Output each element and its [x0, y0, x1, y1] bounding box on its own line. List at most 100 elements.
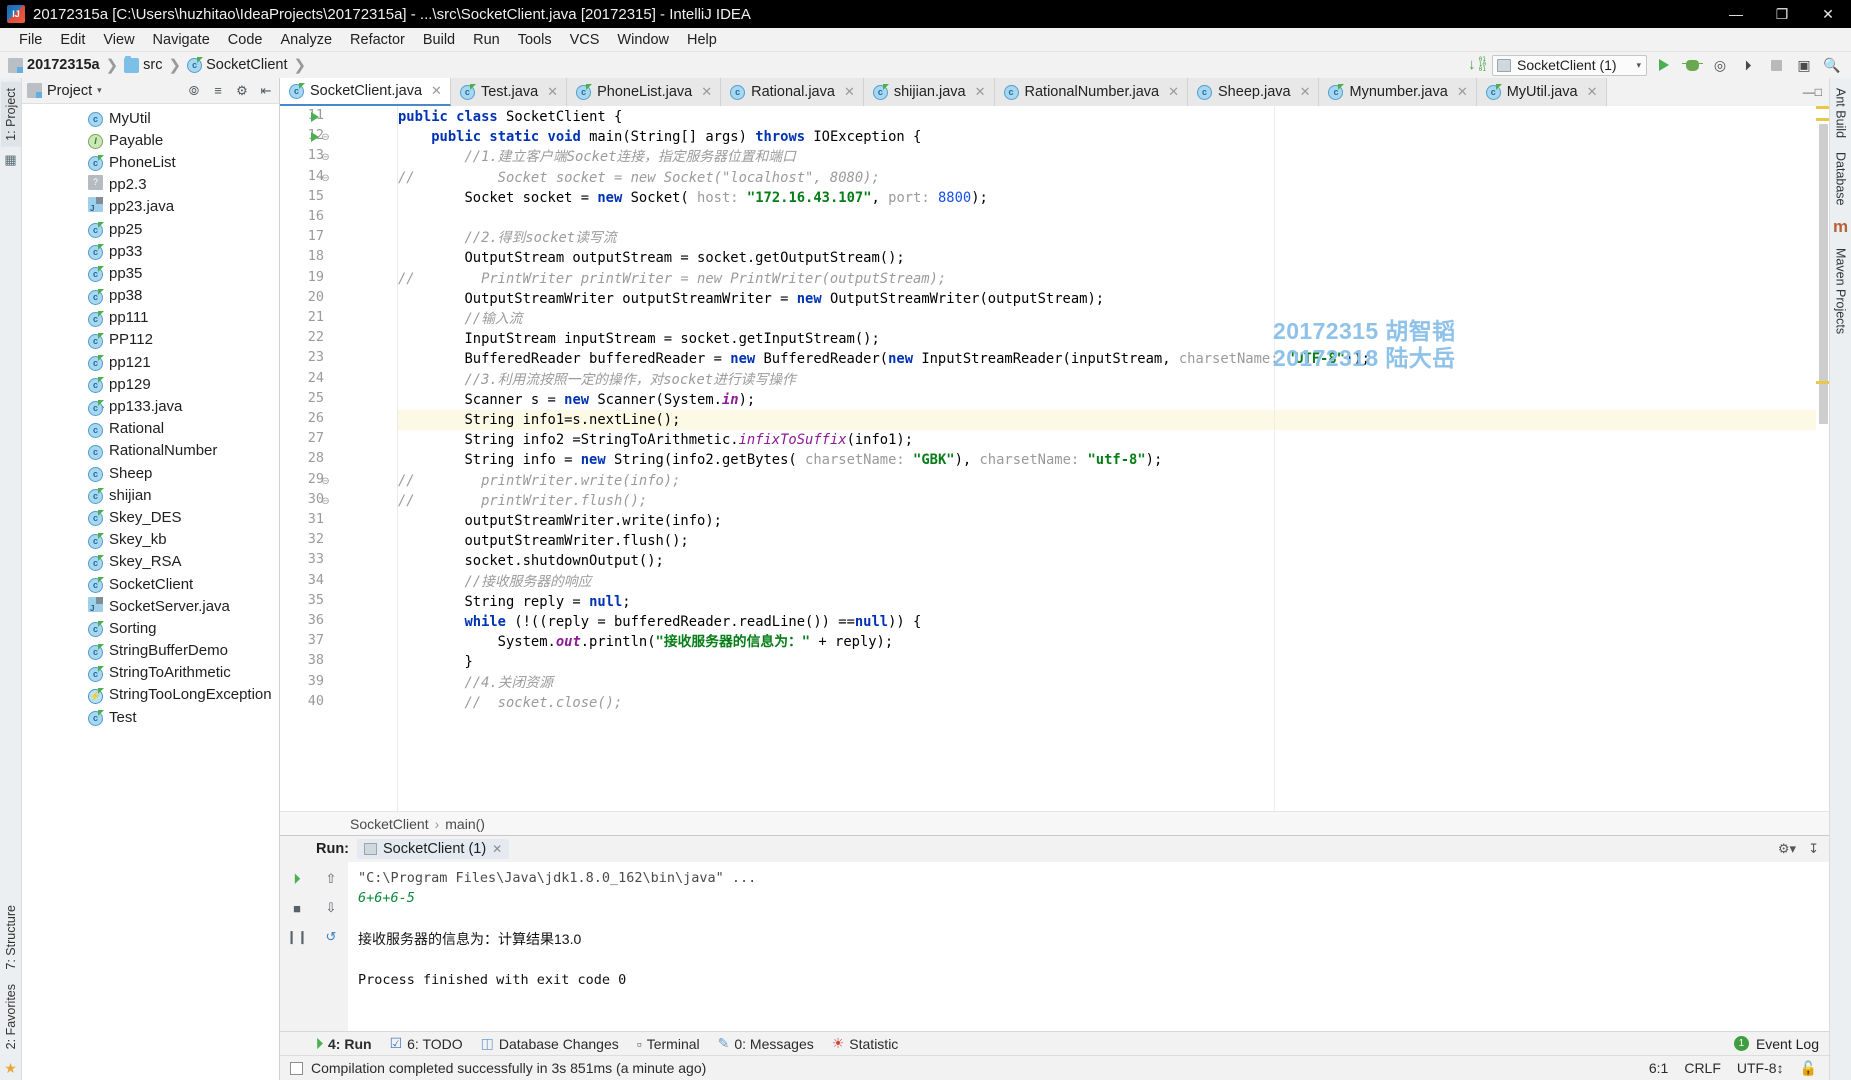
tool-window-event-log[interactable]: Event Log [1756, 1036, 1819, 1052]
close-icon[interactable]: ✕ [492, 842, 502, 856]
menu-item-analyze[interactable]: Analyze [271, 30, 341, 50]
close-icon[interactable]: ✕ [1168, 84, 1179, 100]
tree-item-myutil[interactable]: c MyUtil [22, 107, 279, 129]
tree-item-pp111[interactable]: c pp111 [22, 307, 279, 329]
menu-item-edit[interactable]: Edit [51, 30, 94, 50]
menu-item-file[interactable]: File [10, 30, 51, 50]
tree-item-stringtoarithmetic[interactable]: c StringToArithmetic [22, 662, 279, 684]
tool-window-statistic[interactable]: ☀ Statistic [832, 1035, 899, 1052]
maximize-button[interactable]: ❐ [1759, 0, 1805, 28]
tree-item-pp121[interactable]: c pp121 [22, 351, 279, 373]
gutter-fold-marker[interactable]: ⊖ [320, 132, 331, 143]
editor-tab-phonelist-java[interactable]: c PhoneList.java ✕ [567, 78, 722, 106]
gutter-run-marker[interactable] [311, 112, 319, 122]
editor-tab-rational-java[interactable]: c Rational.java ✕ [721, 78, 864, 106]
tree-item-skey-kb[interactable]: c Skey_kb [22, 529, 279, 551]
settings-icon[interactable]: ⚙ [234, 83, 250, 99]
tree-item-sheep[interactable]: c Sheep [22, 462, 279, 484]
sidebar-item-database[interactable]: Database [1831, 146, 1851, 212]
editor-gutter[interactable]: 11 12 13 14 15 16 17 18 19 20 21 22 23 24 25 26 27 28 29 30… [280, 106, 398, 811]
code-content[interactable]: public class SocketClient { public stati… [398, 106, 1829, 811]
down-stack-icon[interactable]: ⇩ [321, 898, 341, 918]
close-icon[interactable]: ✕ [701, 84, 712, 100]
locate-icon[interactable]: ⦾ [186, 83, 202, 99]
tree-item-pp133-java[interactable]: ›cpp133.java [22, 395, 279, 417]
tree-item-pp38[interactable]: c pp38 [22, 285, 279, 307]
tree-item-socketserver-java[interactable]: SocketServer.java [22, 595, 279, 617]
tree-item-skey-rsa[interactable]: c Skey_RSA [22, 551, 279, 573]
menu-item-tools[interactable]: Tools [509, 30, 561, 50]
editor-tab-rationalnumber-java[interactable]: c RationalNumber.java ✕ [994, 78, 1189, 106]
editor-tab-mynumber-java[interactable]: c Mynumber.java ✕ [1319, 78, 1477, 106]
close-icon[interactable]: ✕ [547, 84, 558, 100]
breadcrumb-class[interactable]: SocketClient [350, 816, 429, 832]
gutter-run-marker[interactable] [311, 132, 319, 143]
close-icon[interactable]: ✕ [844, 84, 855, 100]
layout-button[interactable]: ▣ [1793, 54, 1815, 76]
up-stack-icon[interactable]: ⇧ [321, 869, 341, 889]
tool-window-todo[interactable]: ☑ 6: TODO [390, 1035, 463, 1052]
menu-item-help[interactable]: Help [678, 30, 726, 50]
tool-window-database-changes[interactable]: ◫ Database Changes [481, 1035, 619, 1052]
project-panel-title-group[interactable]: Project ▾ [27, 83, 102, 99]
editor-tab-sheep-java[interactable]: c Sheep.java ✕ [1188, 78, 1320, 106]
gutter-fold-marker[interactable]: ⊖ [320, 152, 331, 163]
pause-icon[interactable]: ❙❙ [286, 927, 308, 947]
rerun-icon[interactable]: ⏵ [287, 869, 307, 889]
hide-icon[interactable]: ↧ [1808, 841, 1819, 857]
tree-item-stringbufferdemo[interactable]: c StringBufferDemo [22, 640, 279, 662]
soft-wrap-icon[interactable]: ↺ [321, 927, 341, 947]
menu-item-vcs[interactable]: VCS [561, 30, 609, 50]
tree-item-skey-des[interactable]: c Skey_DES [22, 506, 279, 528]
editor-tab-shijian-java[interactable]: c shijian.java ✕ [863, 78, 995, 106]
tree-item-stringtoolongexception[interactable]: ⚡ StringTooLongException [22, 684, 279, 706]
tree-item-pp129[interactable]: c pp129 [22, 373, 279, 395]
line-separator[interactable]: CRLF [1684, 1060, 1721, 1076]
tree-item-pp35[interactable]: c pp35 [22, 262, 279, 284]
encoding-group[interactable]: UTF-8↕ [1737, 1060, 1784, 1076]
close-icon[interactable]: ✕ [431, 83, 442, 99]
close-icon[interactable]: ✕ [975, 84, 986, 100]
breadcrumb-module[interactable]: 20172315a ❯ [8, 56, 124, 74]
database-pin-icon[interactable]: ▦ [4, 152, 16, 168]
run-tab-socketclient[interactable]: SocketClient (1) ✕ [357, 839, 510, 859]
tree-item-pp2-3[interactable]: pp2.3 [22, 174, 279, 196]
menu-item-build[interactable]: Build [414, 30, 464, 50]
breadcrumb-folder-src[interactable]: src ❯ [124, 55, 187, 74]
close-icon[interactable]: ✕ [1457, 84, 1468, 100]
tree-item-pp23-java[interactable]: pp23.java [22, 196, 279, 218]
sidebar-item-maven-projects[interactable]: Maven Projects [1831, 242, 1851, 340]
hide-icon[interactable]: ⇤ [258, 83, 274, 99]
stop-button[interactable] [1765, 54, 1787, 76]
tree-item-pp112[interactable]: c PP112 [22, 329, 279, 351]
tree-item-sorting[interactable]: c Sorting [22, 617, 279, 639]
console-output[interactable]: "C:\Program Files\Java\jdk1.8.0_162\bin\… [348, 862, 1829, 1031]
tree-item-pp33[interactable]: c pp33 [22, 240, 279, 262]
run-button[interactable] [1653, 54, 1675, 76]
star-icon[interactable]: ★ [4, 1060, 17, 1077]
tree-item-payable[interactable]: I Payable [22, 129, 279, 151]
tool-window-terminal[interactable]: ▫ Terminal [637, 1036, 700, 1052]
run-coverage-button[interactable]: ◎ [1709, 54, 1731, 76]
lock-icon[interactable]: 🔓 [1800, 1060, 1817, 1077]
tree-item-pp25[interactable]: c pp25 [22, 218, 279, 240]
minimize-button[interactable]: — [1713, 0, 1759, 28]
editor-scrollbar[interactable] [1816, 106, 1829, 811]
attach-profiler-button[interactable]: ⏵ [1737, 54, 1759, 76]
menu-item-refactor[interactable]: Refactor [341, 30, 414, 50]
menu-item-view[interactable]: View [94, 30, 143, 50]
tool-window-run[interactable]: ⏵ 4: Run [316, 1035, 372, 1052]
breadcrumb-method[interactable]: main() [445, 816, 485, 832]
stop-icon[interactable]: ■ [287, 898, 307, 918]
run-configuration-selector[interactable]: SocketClient (1) ▾ [1492, 54, 1647, 76]
tree-item-phonelist[interactable]: c PhoneList [22, 151, 279, 173]
tree-item-socketclient[interactable]: c SocketClient [22, 573, 279, 595]
tree-item-rationalnumber[interactable]: c RationalNumber [22, 440, 279, 462]
editor-tab-socketclient-java[interactable]: c SocketClient.java ✕ [280, 78, 451, 106]
breadcrumb-class-socketclient[interactable]: c SocketClient ❯ [187, 56, 312, 74]
menu-item-window[interactable]: Window [608, 30, 678, 50]
close-icon[interactable]: ✕ [1300, 84, 1311, 100]
scrollbar-thumb[interactable] [1819, 124, 1828, 424]
project-tree[interactable]: c MyUtil I Payable c PhoneList pp2.3 pp23.java c… [22, 104, 279, 1080]
search-button[interactable]: 🔍 [1821, 54, 1843, 76]
